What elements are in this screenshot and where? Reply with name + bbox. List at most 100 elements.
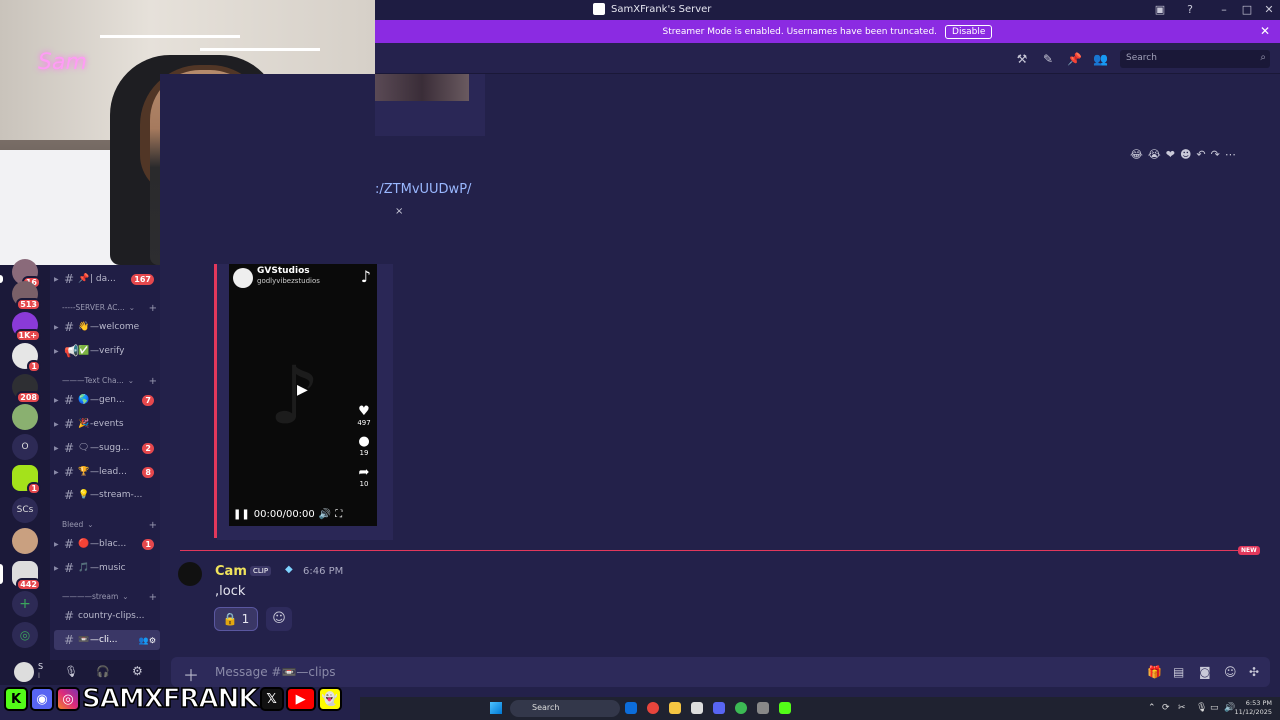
file-explorer-icon[interactable] [669,702,681,714]
notifications-icon[interactable]: ✎ [1041,52,1055,66]
message-timestamp: 6:46 PM [303,566,344,577]
add-channel-icon[interactable]: + [149,520,157,531]
tray-mic-icon[interactable]: 🎙 [1196,703,1207,713]
discover-icon[interactable]: ◎ [12,622,38,648]
store-icon[interactable] [691,702,703,714]
help-icon[interactable]: ? [1183,3,1197,16]
more-icon[interactable]: ⋯ [1225,148,1236,161]
reply-icon[interactable]: ↶ [1196,148,1205,161]
invite-icon[interactable]: 👥⚙ [139,636,156,645]
windows-start-icon[interactable] [490,702,502,714]
category-header[interactable]: ———Text Cha... ⌄ + [62,376,157,387]
server-badge: 208 [16,391,41,404]
channel-item[interactable]: ▶ # 🎵 —music [54,558,160,578]
add-server-icon[interactable]: + [12,591,38,617]
disable-button[interactable]: Disable [945,24,993,39]
server-icon[interactable]: 442 [12,561,41,591]
app-icon[interactable] [779,702,791,714]
channel-item[interactable]: ▶ # 🏆 —lead... 8 [54,462,160,482]
add-channel-icon[interactable]: + [149,592,157,603]
banner-close-icon[interactable]: ✕ [1260,24,1270,38]
channel-item[interactable]: ▶ # 🌎 —gen... 7 [54,390,160,410]
tray-volume-icon[interactable]: 🔊 [1224,703,1235,713]
channel-item[interactable]: ▶ # 📌 | da... 167 [54,269,160,289]
server-icon[interactable] [12,528,38,554]
reaction-cry-icon[interactable]: 😭 [1148,148,1161,161]
message-author[interactable]: Cam [215,564,247,579]
category-header[interactable]: -----SERVER AC... ⌄ + [62,303,157,314]
channel-item[interactable]: ▶ # 👋 —welcome [54,317,160,337]
category-header[interactable]: ————stream ⌄ + [62,592,157,603]
channel-item[interactable]: ▶ # 🗨 —sugg... 2 [54,438,160,458]
threads-icon[interactable]: ⚒ [1015,52,1029,66]
tray-app-icon[interactable]: ⟳ [1162,703,1170,713]
server-icon[interactable] [12,404,38,430]
add-channel-icon[interactable]: + [149,376,157,387]
emoji-icon[interactable]: ☺ [1224,665,1237,679]
server-icon[interactable]: SCs [12,497,38,523]
attach-plus-icon[interactable]: ＋ [183,662,199,686]
tray-network-icon[interactable]: ▭ [1210,703,1219,713]
server-icon[interactable]: O [12,434,38,460]
message-composer[interactable]: ＋ Message #📼—clips 🎁 ▤ ◙ ☺ ✣ [171,657,1270,687]
sticker-icon[interactable]: ◙ [1199,665,1211,679]
add-reaction-icon[interactable]: ☻ [1180,148,1191,161]
tiktok-video-player[interactable]: GVStudios godlyvibezstudios ♪ ♪ ▶ ♥ 497 ●… [229,264,377,526]
avatar[interactable] [178,562,202,586]
taskbar-search[interactable]: Search [510,700,620,717]
browser-icon[interactable] [735,702,747,714]
chevron-down-icon: ⌄ [122,592,129,601]
microphone-icon[interactable]: 🎙 [64,665,78,678]
category-header[interactable]: Bleed ⌄ + [62,520,157,531]
screen-icon[interactable]: ▣ [1153,3,1167,16]
channel-item-active[interactable]: # 📼 —cli... 👥⚙ [54,630,160,650]
server-icon[interactable]: 1 [12,343,41,373]
reaction-lock[interactable]: 🔒 1 [214,607,258,631]
channel-item[interactable]: # 💡 —stream-... [54,485,160,505]
reaction-heart-icon[interactable]: ❤ [1166,148,1175,161]
channel-item[interactable]: ▶ # 🎉 -events [54,414,160,434]
hash-icon: # [64,609,75,623]
server-icon[interactable]: 513 [12,281,41,311]
channel-item[interactable]: # country-clips... [54,606,160,626]
add-reaction-button[interactable]: ☺ [266,607,292,631]
discord-taskbar-icon[interactable] [713,702,725,714]
channel-item[interactable]: ▶ 📢 ✅ —verify [54,341,160,361]
channel-item[interactable]: ▶ # 🔴 —blac... 1 [54,534,160,554]
settings-gear-icon[interactable]: ⚙ [132,664,143,678]
channel-emoji: 📼 [78,635,90,645]
add-channel-icon[interactable]: + [149,303,157,314]
settings-icon[interactable] [757,702,769,714]
pause-icon[interactable]: ❚❚ [233,509,250,520]
pinned-icon[interactable]: 📌 [1067,52,1082,66]
maximize-button[interactable]: □ [1240,3,1254,16]
headphones-icon[interactable]: 🎧 [96,665,110,678]
server-icon[interactable]: 1K+ [12,312,41,342]
gif-icon[interactable]: ▤ [1173,665,1184,679]
remove-embed-icon[interactable]: × [395,206,403,217]
embed-image[interactable] [375,74,469,101]
server-icon[interactable]: 208 [12,374,41,404]
member-list-icon[interactable]: 👥 [1093,52,1108,66]
tray-app-icon[interactable]: ✂ [1178,703,1186,713]
volume-icon[interactable]: 🔊 [319,509,331,520]
gift-icon[interactable]: 🎁 [1147,665,1162,679]
forward-icon[interactable]: ↷ [1211,148,1220,161]
taskbar-clock[interactable]: 6:53 PM 11/12/2025 [1235,699,1272,717]
chrome-icon[interactable] [647,702,659,714]
avatar[interactable] [14,662,34,682]
minimize-button[interactable]: – [1217,3,1231,16]
fullscreen-icon[interactable]: ⛶ [335,509,342,520]
embed-link[interactable]: :/ZTMvUUDwP/ [375,182,471,197]
chevron-icon: ▶ [54,420,59,428]
server-icon[interactable]: 1 [12,465,41,495]
hash-icon: # [64,393,75,407]
reaction-laugh-icon[interactable]: 😂 [1130,148,1143,161]
edge-icon[interactable] [625,702,637,714]
play-icon[interactable]: ▶ [297,382,308,398]
apps-icon[interactable]: ✣ [1249,665,1259,679]
close-window-button[interactable]: ✕ [1262,3,1276,16]
channel-emoji: 📌 [78,274,90,284]
search-input[interactable]: Search ⌕ [1120,50,1270,68]
tray-chevron-icon[interactable]: ⌃ [1148,703,1156,713]
